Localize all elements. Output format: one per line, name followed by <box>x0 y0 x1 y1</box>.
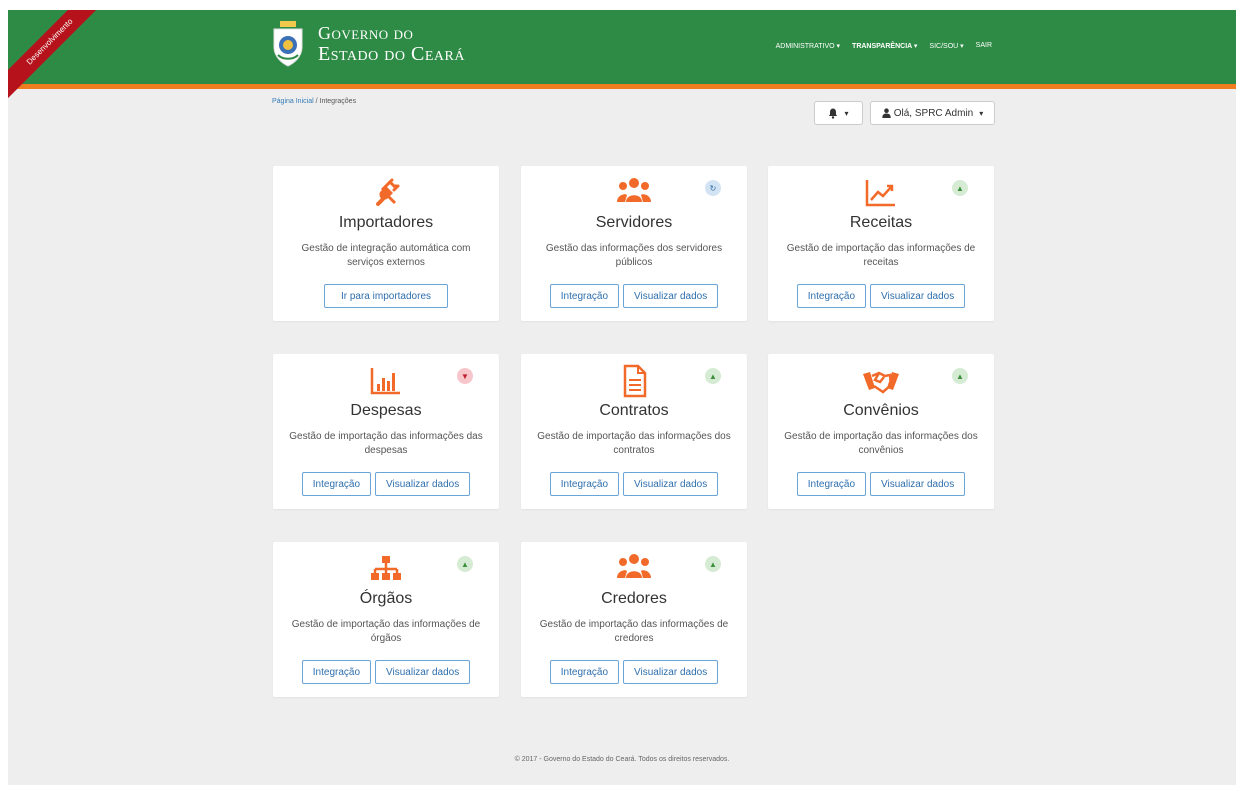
users-icon <box>617 554 651 578</box>
card-title: Órgãos <box>359 590 413 607</box>
user-icon <box>882 108 891 118</box>
view-data-button[interactable]: Visualizar dados <box>870 284 966 308</box>
breadcrumb-current: Integrações <box>319 98 357 105</box>
view-data-button[interactable]: Visualizar dados <box>623 284 719 308</box>
plug-icon <box>376 178 400 206</box>
card-title: Servidores <box>595 214 673 231</box>
user-greeting: Olá, SPRC Admin <box>893 107 974 119</box>
card-importadores: Importadores Gestão de integração automá… <box>273 166 499 321</box>
card-description: Gestão de importação das informações de … <box>539 619 729 644</box>
thumbs-down-status-icon[interactable]: ▼ <box>457 368 473 384</box>
integration-button[interactable]: Integração <box>796 284 867 308</box>
card-servidores: ↻ Servidores Gestão das informações dos … <box>521 166 747 321</box>
integration-button[interactable]: Integração <box>301 660 372 684</box>
card-title: Contratos <box>599 402 669 419</box>
line-chart-icon <box>865 180 895 207</box>
breadcrumb: Página Inicial / Integrações <box>272 98 356 105</box>
handshake-icon <box>863 371 899 394</box>
card-description: Gestão das informações dos servidores pú… <box>545 243 723 268</box>
header-accent-stripe <box>8 84 1236 89</box>
view-data-button[interactable]: Visualizar dados <box>623 472 719 496</box>
view-data-button[interactable]: Visualizar dados <box>870 472 966 496</box>
card-credores: ▲ Credores Gestão de importação das info… <box>521 542 747 697</box>
card-title: Receitas <box>849 214 913 231</box>
user-menu-button[interactable]: Olá, SPRC Admin ▾ <box>870 101 995 125</box>
card-title: Importadores <box>338 214 434 231</box>
card-orgaos: ▲ Órgãos Gestão de importação das inform… <box>273 542 499 697</box>
brand-line-2: Estado do Ceará <box>318 43 465 65</box>
breadcrumb-home-link[interactable]: Página Inicial <box>272 98 314 105</box>
view-data-button[interactable]: Visualizar dados <box>623 660 719 684</box>
integration-button[interactable]: Integração <box>796 472 867 496</box>
app-frame: Governo do Estado do Ceará ADMINISTRATIV… <box>8 10 1236 785</box>
thumbs-up-status-icon[interactable]: ▲ <box>705 368 721 384</box>
bar-chart-icon <box>370 368 400 395</box>
card-despesas: ▼ Despesas Gestão de importação das info… <box>273 354 499 509</box>
users-icon <box>617 178 651 202</box>
chevron-down-icon: ▾ <box>979 108 984 118</box>
card-title: Despesas <box>350 402 422 419</box>
top-navigation: ADMINISTRATIVO ▾ TRANSPARÊNCIA ▾ SIC/SOU… <box>776 42 992 50</box>
thumbs-up-status-icon[interactable]: ▲ <box>705 556 721 572</box>
view-data-button[interactable]: Visualizar dados <box>375 472 471 496</box>
card-description: Gestão de importação das informações das… <box>289 431 483 456</box>
document-icon <box>623 364 647 398</box>
nav-item-transparencia[interactable]: TRANSPARÊNCIA ▾ <box>852 42 917 50</box>
bell-icon <box>829 108 838 119</box>
card-description: Gestão de importação das informações de … <box>786 243 976 268</box>
notifications-button[interactable]: ▾ <box>814 101 863 125</box>
integration-button[interactable]: Integração <box>549 472 620 496</box>
nav-item-sic-sou[interactable]: SIC/SOU ▾ <box>929 42 963 50</box>
view-data-button[interactable]: Visualizar dados <box>375 660 471 684</box>
card-convenios: ▲ Convênios Gestão de importação das inf… <box>768 354 994 509</box>
page-footer: © 2017 - Governo do Estado do Ceará. Tod… <box>514 756 730 763</box>
go-to-importers-button[interactable]: Ir para importadores <box>324 284 448 308</box>
integration-button[interactable]: Integração <box>549 660 620 684</box>
state-crest-icon <box>273 21 303 67</box>
card-description: Gestão de integração automática com serv… <box>301 243 471 268</box>
refresh-status-icon[interactable]: ↻ <box>705 180 721 196</box>
thumbs-up-status-icon[interactable]: ▲ <box>952 368 968 384</box>
card-title: Credores <box>601 590 667 607</box>
brand-logo[interactable]: Governo do Estado do Ceará <box>270 16 465 72</box>
card-contratos: ▲ Contratos Gestão de importação das inf… <box>521 354 747 509</box>
breadcrumb-separator: / <box>315 98 318 105</box>
thumbs-up-status-icon[interactable]: ▲ <box>952 180 968 196</box>
integration-button[interactable]: Integração <box>301 472 372 496</box>
card-description: Gestão de importação das informações dos… <box>537 431 731 456</box>
chevron-down-icon: ▾ <box>844 108 849 118</box>
top-header: Governo do Estado do Ceará ADMINISTRATIV… <box>8 10 1236 84</box>
nav-item-sair[interactable]: SAIR <box>976 42 992 50</box>
nav-item-administrativo[interactable]: ADMINISTRATIVO ▾ <box>776 42 840 50</box>
brand-line-1: Governo do <box>318 23 414 43</box>
card-description: Gestão de importação das informações dos… <box>784 431 978 456</box>
card-receitas: ▲ Receitas Gestão de importação das info… <box>768 166 994 321</box>
card-title: Convênios <box>843 402 919 419</box>
card-description: Gestão de importação das informações de … <box>291 619 481 644</box>
org-chart-icon <box>371 556 401 580</box>
integration-button[interactable]: Integração <box>549 284 620 308</box>
thumbs-up-status-icon[interactable]: ▲ <box>457 556 473 572</box>
